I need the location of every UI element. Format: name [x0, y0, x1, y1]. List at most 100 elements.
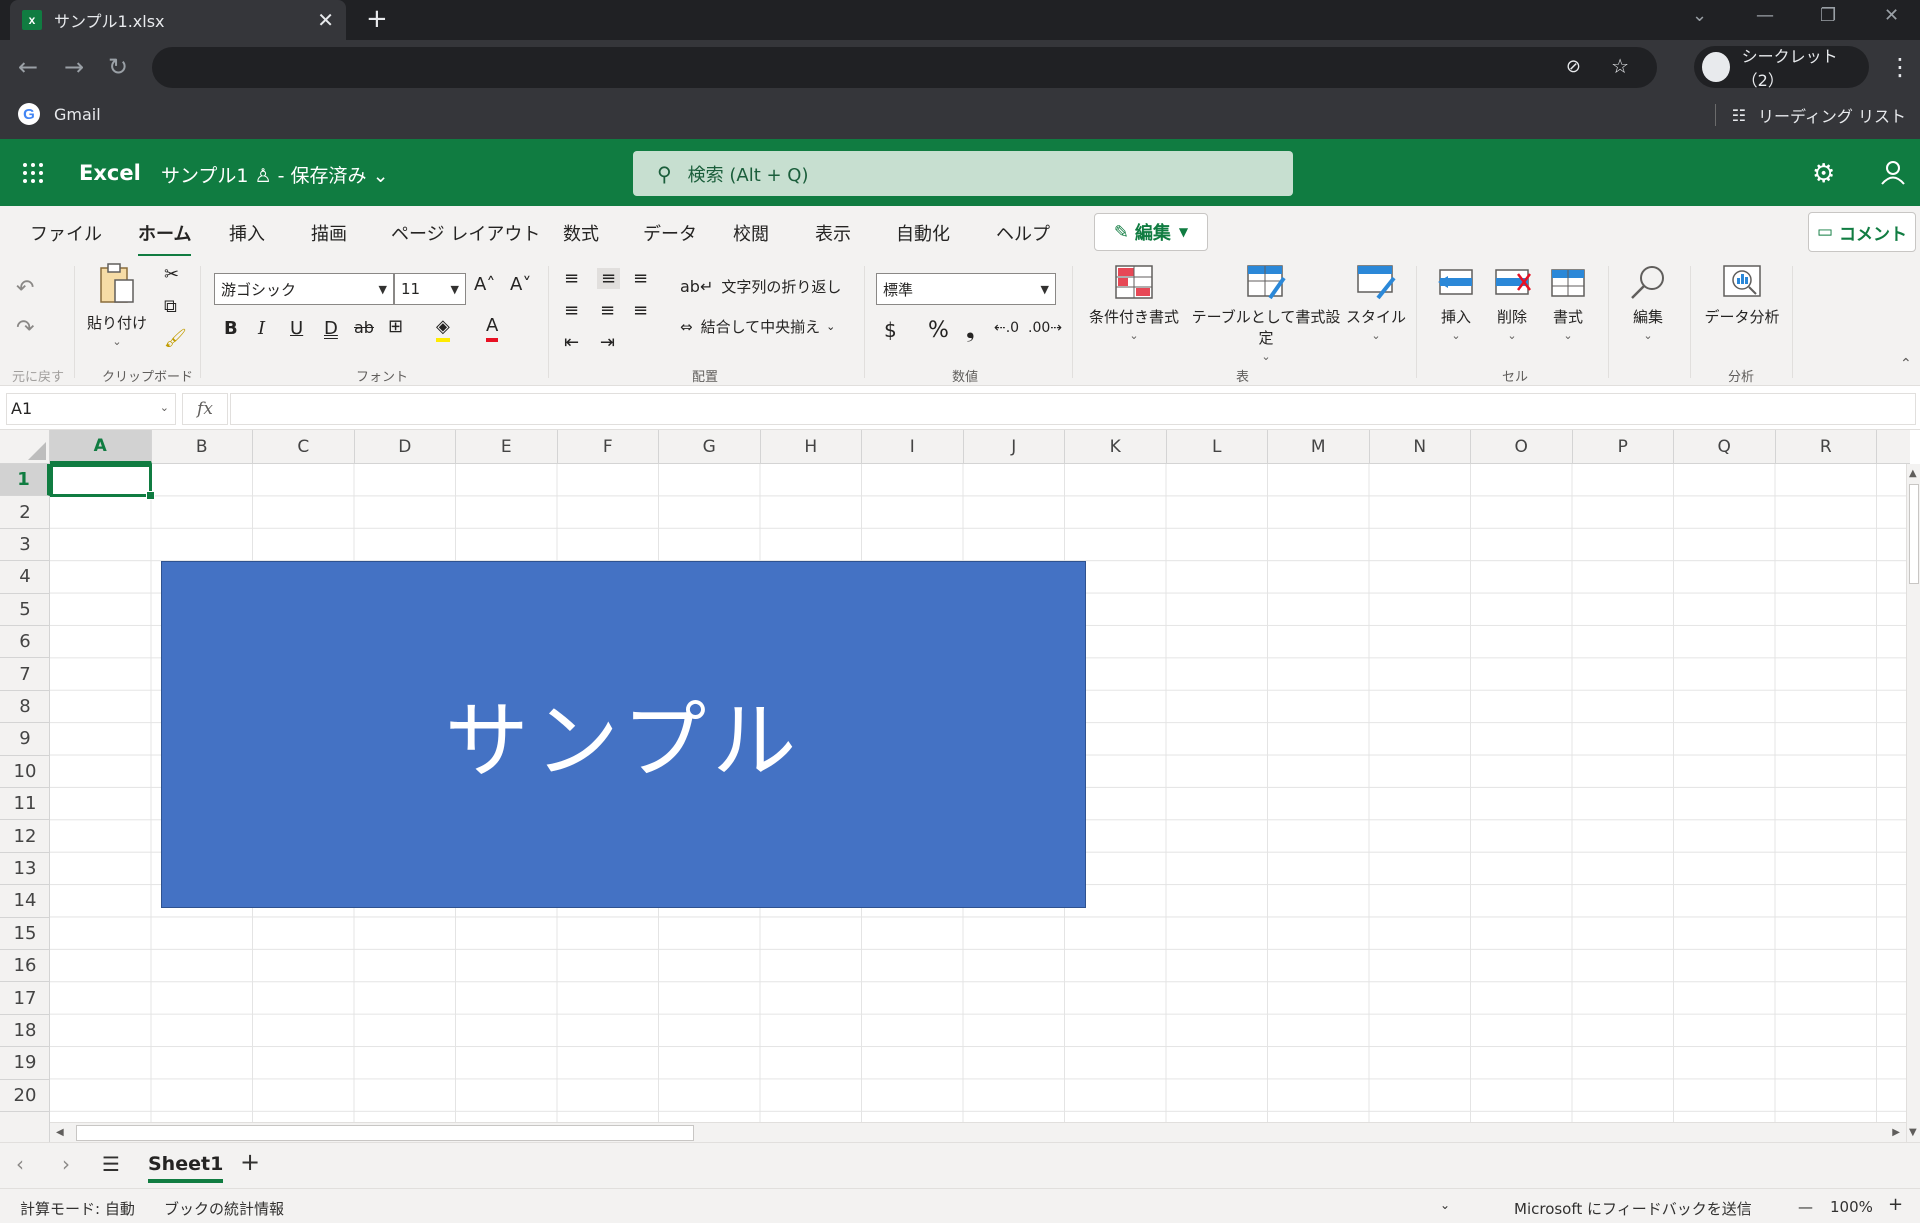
row-header[interactable]: 4: [0, 561, 50, 594]
tab-help[interactable]: ヘルプ: [996, 220, 1050, 246]
column-header[interactable]: L: [1167, 430, 1268, 464]
comment-button[interactable]: ▭ コメント: [1808, 212, 1916, 252]
column-header[interactable]: K: [1065, 430, 1167, 464]
column-header[interactable]: G: [659, 430, 761, 464]
increase-indent-icon[interactable]: ⇥: [600, 332, 615, 353]
fill-color-icon[interactable]: ◈: [436, 316, 450, 342]
font-color-icon[interactable]: A: [486, 314, 499, 342]
reading-list[interactable]: ☷ リーディング リスト: [1714, 103, 1906, 127]
row-header[interactable]: 15: [0, 918, 50, 950]
redo-icon[interactable]: ↷: [16, 316, 34, 341]
row-header[interactable]: 1: [0, 464, 50, 497]
column-header[interactable]: D: [355, 430, 456, 464]
browser-tab[interactable]: x サンプル1.xlsx ✕: [10, 0, 346, 40]
borders-icon[interactable]: ⊞: [388, 316, 403, 337]
column-header[interactable]: M: [1268, 430, 1370, 464]
scroll-left-icon[interactable]: ◀: [56, 1127, 64, 1138]
column-header[interactable]: I: [862, 430, 964, 464]
vertical-scroll-thumb[interactable]: [1909, 484, 1919, 584]
zoom-out-icon[interactable]: —: [1798, 1198, 1813, 1216]
format-as-table-button[interactable]: テーブルとして書式設定 ⌄: [1186, 264, 1346, 363]
percent-button[interactable]: %: [928, 318, 949, 343]
editing-button[interactable]: 編集 ⌄: [1620, 264, 1676, 342]
column-header[interactable]: E: [456, 430, 558, 464]
row-header[interactable]: 10: [0, 756, 50, 788]
italic-button[interactable]: I: [258, 318, 265, 339]
bold-button[interactable]: B: [224, 318, 238, 339]
settings-gear-icon[interactable]: ⚙: [1812, 159, 1835, 189]
number-format-select[interactable]: 標準 ▼: [876, 273, 1056, 305]
chevron-down-icon[interactable]: ⌄: [1440, 1198, 1450, 1212]
increase-font-icon[interactable]: A˄: [474, 274, 495, 295]
active-cell[interactable]: [50, 464, 155, 500]
all-sheets-icon[interactable]: ☰: [102, 1152, 120, 1176]
row-header[interactable]: 18: [0, 1015, 50, 1048]
row-header[interactable]: 9: [0, 723, 50, 756]
column-header[interactable]: P: [1573, 430, 1674, 464]
underline-button[interactable]: U: [290, 318, 303, 339]
account-icon[interactable]: [1880, 159, 1906, 185]
font-name-select[interactable]: 游ゴシック ▼: [214, 273, 394, 305]
select-all-corner[interactable]: [0, 430, 50, 464]
collapse-ribbon-icon[interactable]: ⌃: [1900, 356, 1912, 372]
editing-mode-button[interactable]: ✎ 編集 ▼: [1094, 213, 1208, 251]
search-input[interactable]: ⚲ 検索 (Alt + Q): [633, 151, 1293, 196]
window-close-icon[interactable]: ✕: [1884, 5, 1899, 26]
comma-button[interactable]: ❟: [966, 318, 975, 343]
row-header[interactable]: 7: [0, 658, 50, 691]
merge-center-button[interactable]: ⇔ 結合して中央揃え ⌄: [680, 316, 835, 337]
row-header[interactable]: 19: [0, 1047, 50, 1080]
align-middle-icon[interactable]: ≡: [597, 268, 621, 289]
cell-styles-button[interactable]: スタイル ⌄: [1346, 264, 1406, 342]
insert-cells-button[interactable]: 挿入 ⌄: [1428, 264, 1484, 342]
column-header[interactable]: N: [1370, 430, 1471, 464]
tab-home[interactable]: ホーム: [138, 220, 192, 257]
sheet-tab[interactable]: Sheet1: [148, 1153, 224, 1183]
incognito-badge[interactable]: シークレット（2）: [1694, 46, 1869, 90]
file-name[interactable]: サンプル1 ♙ - 保存済み ⌄: [161, 161, 389, 188]
eye-off-icon[interactable]: ⊘: [1566, 56, 1581, 77]
reload-icon[interactable]: ↻: [108, 53, 128, 81]
row-header[interactable]: 3: [0, 529, 50, 562]
align-center-icon[interactable]: ≡: [600, 300, 615, 321]
row-header[interactable]: 11: [0, 788, 50, 821]
add-sheet-button[interactable]: +: [240, 1148, 260, 1176]
strikethrough-button[interactable]: ab: [354, 318, 374, 337]
column-header[interactable]: H: [761, 430, 862, 464]
cut-icon[interactable]: ✂: [164, 264, 179, 285]
tab-formulas[interactable]: 数式: [563, 220, 599, 246]
name-box[interactable]: A1 ⌄: [6, 393, 176, 425]
prev-sheet-icon[interactable]: ‹: [16, 1152, 24, 1176]
next-sheet-icon[interactable]: ›: [62, 1152, 70, 1176]
row-header[interactable]: 6: [0, 626, 50, 659]
tab-view[interactable]: 表示: [815, 220, 851, 246]
app-launcher-icon[interactable]: [22, 162, 44, 184]
column-header[interactable]: C: [253, 430, 355, 464]
feedback-link[interactable]: Microsoft にフィードバックを送信: [1514, 1198, 1752, 1219]
align-top-icon[interactable]: ≡: [564, 268, 579, 289]
data-analysis-button[interactable]: データ分析: [1700, 264, 1784, 327]
row-header[interactable]: 16: [0, 950, 50, 983]
double-underline-button[interactable]: D: [324, 318, 338, 339]
conditional-formatting-button[interactable]: 条件付き書式 ⌄: [1082, 264, 1186, 342]
horizontal-scrollbar[interactable]: ◀ ▶: [50, 1122, 1906, 1142]
vertical-scrollbar[interactable]: ▲ ▼: [1906, 464, 1920, 1142]
font-size-select[interactable]: 11 ▼: [394, 273, 466, 305]
row-header[interactable]: 17: [0, 982, 50, 1015]
column-header[interactable]: R: [1776, 430, 1877, 464]
forward-icon[interactable]: →: [64, 53, 84, 81]
row-header[interactable]: 8: [0, 691, 50, 724]
currency-button[interactable]: $: [884, 318, 897, 342]
scroll-up-icon[interactable]: ▲: [1909, 468, 1917, 479]
row-header[interactable]: 13: [0, 853, 50, 886]
delete-cells-button[interactable]: 削除 ⌄: [1484, 264, 1540, 342]
calc-mode[interactable]: 計算モード: 自動: [20, 1198, 135, 1219]
format-painter-icon[interactable]: 🖌: [164, 328, 187, 349]
column-header[interactable]: B: [152, 430, 253, 464]
tab-data[interactable]: データ: [643, 220, 697, 246]
menu-kebab-icon[interactable]: ⋮: [1888, 53, 1912, 81]
bookmark-gmail[interactable]: G Gmail: [18, 103, 101, 125]
paste-button[interactable]: 貼り付け ⌄: [86, 262, 148, 348]
copy-icon[interactable]: ⧉: [164, 296, 177, 317]
row-header[interactable]: 20: [0, 1080, 50, 1112]
